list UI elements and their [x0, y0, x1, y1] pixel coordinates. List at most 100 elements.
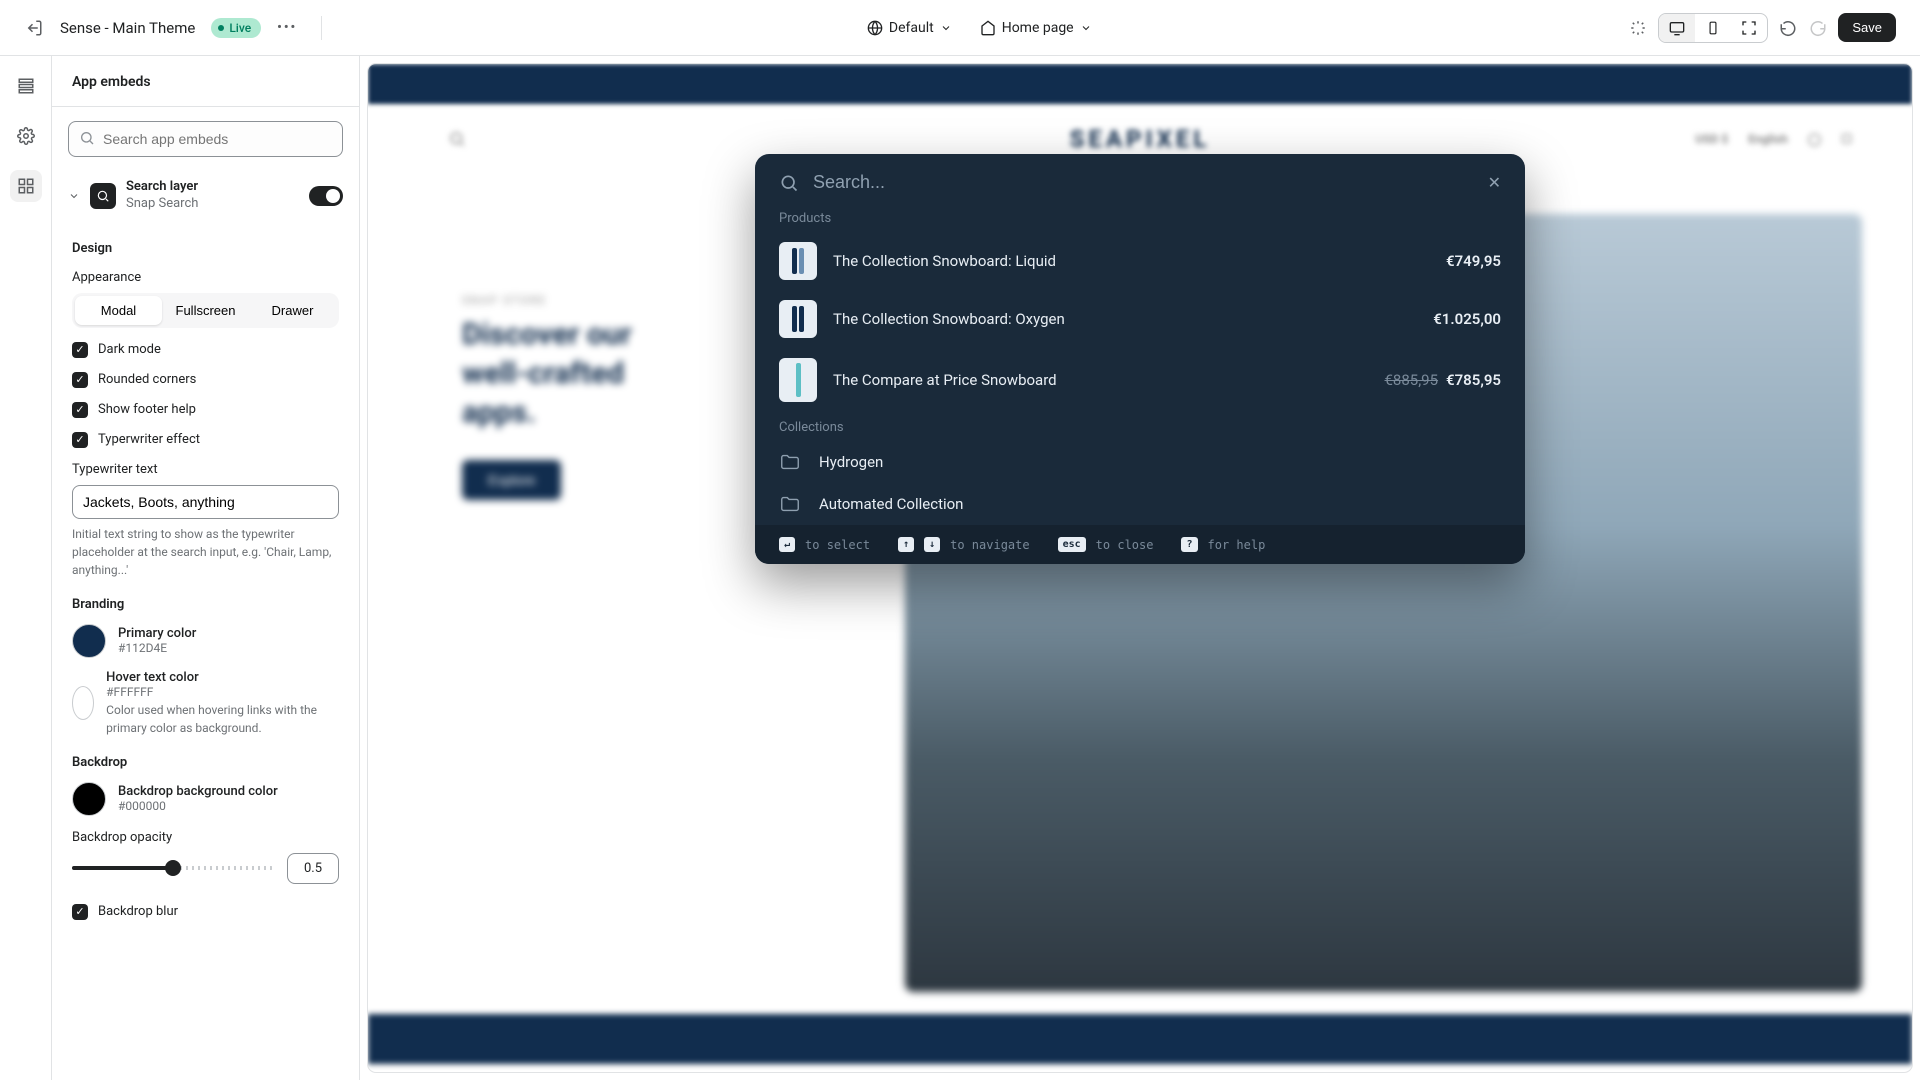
backdrop-color-hex: #000000: [118, 799, 278, 813]
sidebar: App embeds Search layer Snap Search Desi…: [52, 56, 360, 1080]
preview-header-right: USD $English◯☐: [1695, 132, 1852, 146]
key-esc-icon: esc: [1058, 537, 1086, 552]
search-modal: ✕ Products The Collection Snowboard: Liq…: [755, 154, 1525, 564]
key-up-icon: ↑: [898, 537, 914, 552]
typewriter-help: Initial text string to show as the typew…: [72, 525, 339, 579]
device-mobile[interactable]: [1695, 14, 1731, 42]
product-price: €749,95: [1446, 252, 1501, 270]
search-icon: [79, 130, 95, 146]
key-help-icon: ?: [1181, 537, 1197, 552]
backdrop-opacity-slider[interactable]: [72, 866, 273, 870]
separator: [321, 16, 322, 40]
section-products: Products: [755, 211, 1525, 232]
page-selector[interactable]: Home page: [980, 20, 1092, 36]
backdrop-opacity-value[interactable]: 0.5: [287, 853, 339, 884]
device-switcher: [1658, 13, 1768, 43]
theme-name: Sense - Main Theme: [60, 19, 195, 37]
preview-brand: SEAPIXEL: [1070, 125, 1211, 153]
hint-select: to select: [805, 538, 870, 552]
primary-color-hex: #112D4E: [118, 641, 196, 655]
appearance-segmented: Modal Fullscreen Drawer: [72, 293, 339, 328]
search-icon: [779, 173, 799, 193]
chevron-down-icon[interactable]: [68, 190, 80, 202]
appearance-fullscreen[interactable]: Fullscreen: [162, 296, 249, 325]
typewriter-text-label: Typewriter text: [72, 462, 339, 477]
rail-settings-icon[interactable]: [10, 120, 42, 152]
product-thumb-icon: [779, 300, 817, 338]
product-row[interactable]: The Collection Snowboard: Oxygen €1.025,…: [755, 290, 1525, 348]
collection-row[interactable]: Hydrogen: [755, 441, 1525, 483]
checkbox-dark-mode[interactable]: ✓Dark mode: [72, 342, 339, 358]
rail-embeds-icon[interactable]: [10, 170, 42, 202]
more-icon[interactable]: •••: [277, 18, 297, 38]
product-row[interactable]: The Compare at Price Snowboard €885,95 €7…: [755, 348, 1525, 412]
redo-icon[interactable]: [1808, 18, 1828, 38]
product-thumb-icon: [779, 358, 817, 402]
primary-color-row[interactable]: Primary color #112D4E: [72, 624, 339, 658]
backdrop-blur-label: Backdrop blur: [98, 904, 178, 919]
chevron-down-icon: [940, 22, 952, 34]
hint-close: to close: [1096, 538, 1154, 552]
typewriter-text-input[interactable]: [72, 485, 339, 519]
checkbox-typewriter[interactable]: ✓Typerwriter effect: [72, 432, 339, 448]
appearance-drawer[interactable]: Drawer: [249, 296, 336, 325]
design-heading: Design: [72, 241, 339, 256]
device-desktop[interactable]: [1659, 14, 1695, 42]
product-row[interactable]: The Collection Snowboard: Liquid €749,95: [755, 232, 1525, 290]
search-footer-hints: ↵ to select ↑ ↓ to navigate esc to close…: [755, 525, 1525, 564]
backdrop-color-swatch[interactable]: [72, 782, 106, 816]
layer-toggle[interactable]: [309, 186, 343, 206]
sparkle-icon[interactable]: [1628, 18, 1648, 38]
hover-color-label: Hover text color: [106, 670, 339, 685]
product-name: The Collection Snowboard: Oxygen: [833, 310, 1417, 328]
preview-canvas: SEAPIXEL USD $English◯☐ SNAP STORE Disco…: [368, 64, 1912, 1072]
product-price: €785,95: [1446, 371, 1501, 389]
hover-color-hex: #FFFFFF: [106, 685, 339, 699]
checkbox-rounded[interactable]: ✓Rounded corners: [72, 372, 339, 388]
typewriter-label: Typerwriter effect: [98, 432, 200, 447]
checkbox-footer-help[interactable]: ✓Show footer help: [72, 402, 339, 418]
undo-icon[interactable]: [1778, 18, 1798, 38]
backdrop-opacity-label: Backdrop opacity: [72, 830, 339, 845]
rail-sections-icon[interactable]: [10, 70, 42, 102]
preview-announcement-bar: [368, 64, 1912, 104]
checkbox-backdrop-blur[interactable]: ✓Backdrop blur: [72, 904, 339, 920]
view-label: Default: [889, 20, 934, 36]
product-name: The Compare at Price Snowboard: [833, 371, 1369, 389]
sidebar-search-input[interactable]: [68, 121, 343, 157]
device-fullscreen[interactable]: [1731, 14, 1767, 42]
preview-search-icon: [448, 130, 466, 148]
layer-app: Snap Search: [126, 196, 299, 213]
product-price: €1.025,00: [1433, 310, 1501, 328]
layer-title: Search layer: [126, 179, 299, 196]
product-old-price: €885,95: [1385, 371, 1439, 389]
chevron-down-icon: [1080, 22, 1092, 34]
status-badge: Live: [211, 18, 261, 38]
preview-pane: SEAPIXEL USD $English◯☐ SNAP STORE Disco…: [360, 56, 1920, 1080]
sidebar-search: [68, 121, 343, 157]
product-thumb-icon: [779, 242, 817, 280]
embed-layer-row[interactable]: Search layer Snap Search: [52, 171, 359, 223]
collection-name: Automated Collection: [819, 495, 1501, 513]
topbar: Sense - Main Theme Live ••• Default Home…: [0, 0, 1920, 56]
appearance-modal[interactable]: Modal: [75, 296, 162, 325]
rounded-label: Rounded corners: [98, 372, 196, 387]
backdrop-color-row[interactable]: Backdrop background color #000000: [72, 782, 339, 816]
backdrop-heading: Backdrop: [72, 755, 339, 770]
collection-row[interactable]: Automated Collection: [755, 483, 1525, 525]
collection-name: Hydrogen: [819, 453, 1501, 471]
preview-kicker: SNAP STORE: [462, 294, 754, 307]
view-selector[interactable]: Default: [867, 20, 952, 36]
search-input[interactable]: [813, 172, 1474, 193]
hint-help: for help: [1208, 538, 1266, 552]
hover-color-swatch[interactable]: [72, 686, 94, 720]
close-icon[interactable]: ✕: [1488, 173, 1501, 192]
folder-icon: [779, 451, 803, 473]
left-rail: [0, 56, 52, 1080]
save-button[interactable]: Save: [1838, 13, 1896, 42]
exit-icon[interactable]: [24, 18, 44, 38]
hover-color-row[interactable]: Hover text color #FFFFFF Color used when…: [72, 670, 339, 737]
primary-color-swatch[interactable]: [72, 624, 106, 658]
folder-icon: [779, 493, 803, 515]
dark-mode-label: Dark mode: [98, 342, 161, 357]
